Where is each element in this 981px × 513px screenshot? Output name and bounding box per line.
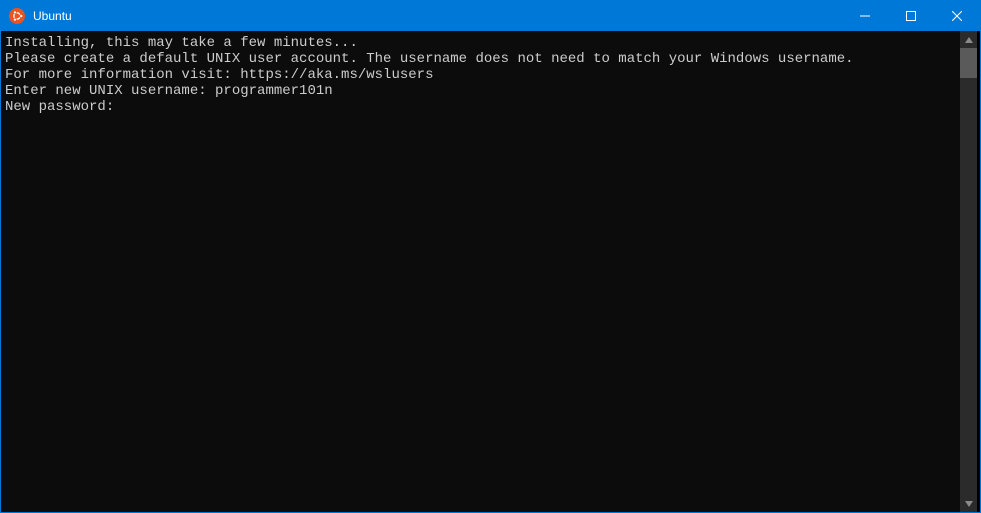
vertical-scrollbar[interactable] (960, 31, 977, 512)
ubuntu-icon (9, 8, 25, 24)
maximize-button[interactable] (888, 1, 934, 31)
close-button[interactable] (934, 1, 980, 31)
terminal-area: Installing, this may take a few minutes.… (1, 31, 980, 512)
scroll-down-arrow-icon[interactable] (960, 495, 977, 512)
titlebar[interactable]: Ubuntu (1, 1, 980, 31)
window-title: Ubuntu (33, 9, 842, 23)
minimize-button[interactable] (842, 1, 888, 31)
scrollbar-track[interactable] (960, 48, 977, 495)
scroll-up-arrow-icon[interactable] (960, 31, 977, 48)
window-frame: Ubuntu Installing, this may take a few m… (0, 0, 981, 513)
right-edge (977, 31, 980, 512)
scrollbar-thumb[interactable] (960, 48, 977, 78)
terminal-output[interactable]: Installing, this may take a few minutes.… (1, 31, 960, 512)
window-controls (842, 1, 980, 31)
